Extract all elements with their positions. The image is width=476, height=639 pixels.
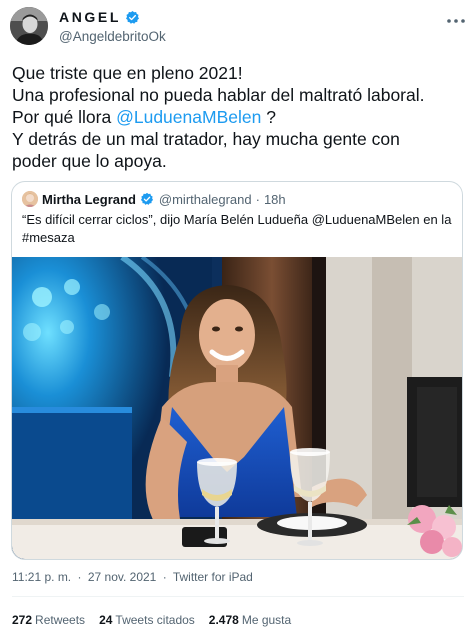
retweets-count: 272: [12, 613, 33, 627]
quoted-text-line: “Es difícil cerrar ciclos”, dijo María B…: [22, 212, 452, 227]
retweets-label: Retweets: [35, 613, 86, 627]
quote-tweets-label: Tweets citados: [115, 613, 195, 627]
tweet-time[interactable]: 11:21 p. m.: [12, 570, 71, 584]
tweet-text-line: poder que lo apoya.: [12, 151, 167, 171]
tweet-date[interactable]: 27 nov. 2021: [88, 570, 157, 584]
likes-label: Me gusta: [241, 613, 292, 627]
tweet-text: Que triste que en pleno 2021! Una profes…: [12, 62, 468, 172]
more-options-icon[interactable]: [446, 12, 466, 23]
tweet-text-line: Y detrás de un mal tratador, hay mucha g…: [12, 129, 400, 149]
divider: [12, 596, 464, 597]
separator-dot: ·: [255, 191, 260, 207]
author-name[interactable]: ANGEL: [59, 9, 121, 25]
quoted-author-avatar[interactable]: [22, 191, 38, 207]
quoted-tweet-header: Mirtha Legrand @mirthalegrand · 18h: [22, 191, 286, 207]
mention-link[interactable]: @LuduenaMBelen: [116, 107, 261, 127]
likes-stat[interactable]: 2.478 Me gusta: [209, 613, 291, 627]
separator-dot: ·: [162, 570, 167, 584]
quoted-tweet-text: “Es difícil cerrar ciclos”, dijo María B…: [22, 211, 452, 247]
quote-tweets-stat[interactable]: 24 Tweets citados: [99, 613, 195, 627]
tweet-text-line: Una profesional no pueda hablar del malt…: [12, 85, 425, 105]
tweet-text-fragment: Por qué llora: [12, 107, 117, 127]
tweet-text-fragment: ?: [261, 107, 276, 127]
likes-count: 2.478: [208, 613, 239, 627]
tweet-text-line: Que triste que en pleno 2021!: [12, 63, 243, 83]
tweet-source[interactable]: Twitter for iPad: [173, 570, 253, 584]
quoted-tweet-time[interactable]: 18h: [264, 192, 286, 207]
quoted-tweet[interactable]: Mirtha Legrand @mirthalegrand · 18h “Es …: [11, 181, 463, 560]
author-block: ANGEL @AngeldebritoOk: [59, 9, 166, 44]
author-avatar[interactable]: [10, 7, 48, 45]
quoted-author-name[interactable]: Mirtha Legrand: [42, 192, 136, 207]
verified-badge-icon: [125, 10, 140, 25]
tweet-text-line: Por qué llora @LuduenaMBelen ?: [12, 106, 468, 128]
quoted-text-line: #mesaza: [22, 230, 75, 245]
tweet: ANGEL @AngeldebritoOk Que triste que en …: [0, 0, 476, 639]
retweets-stat[interactable]: 272 Retweets: [12, 613, 85, 627]
separator-dot: ·: [77, 570, 82, 584]
quoted-tweet-photo[interactable]: [12, 257, 462, 559]
tweet-meta: 11:21 p. m. · 27 nov. 2021 · Twitter for…: [12, 570, 253, 584]
quote-tweets-count: 24: [99, 613, 113, 627]
verified-badge-icon: [140, 192, 155, 207]
author-handle[interactable]: @AngeldebritoOk: [59, 29, 166, 44]
tweet-stats: 272 Retweets 24 Tweets citados 2.478 Me gus…: [12, 613, 291, 627]
quoted-author-handle[interactable]: @mirthalegrand: [159, 192, 252, 207]
